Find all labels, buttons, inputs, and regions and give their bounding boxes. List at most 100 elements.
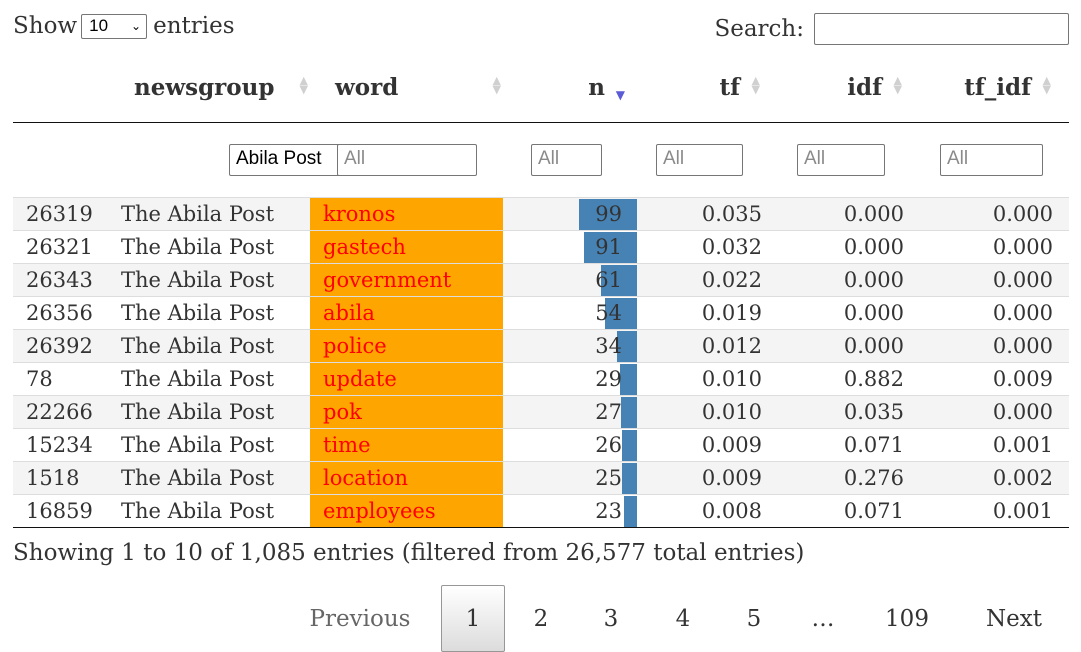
ellipsis: … — [811, 605, 835, 632]
table-info: Showing 1 to 10 of 1,085 entries (filter… — [13, 540, 805, 566]
word-cell: pok — [310, 395, 503, 429]
table-row[interactable]: 26392 The Abila Post police 34 0.012 0.000 0.0… — [13, 329, 1069, 363]
header-idf[interactable]: idf ▲ ▼ — [778, 62, 920, 123]
n-cell: 23 — [503, 494, 637, 528]
table-row[interactable]: 22266 The Abila Post pok 27 0.010 0.035 0.000 — [13, 395, 1069, 429]
row-index: 1518 — [13, 461, 109, 495]
n-cell: 29 — [503, 362, 637, 396]
page-button[interactable]: 2 — [508, 585, 574, 652]
filter-idf-input[interactable]: All — [797, 144, 885, 176]
filter-word-input[interactable]: All — [337, 144, 477, 176]
idf-cell: 0.276 — [778, 461, 920, 495]
tf-cell: 0.009 — [637, 461, 778, 495]
sort-icon: ▲ ▼ — [299, 74, 308, 96]
filter-index-cell — [13, 123, 109, 198]
page-button[interactable]: 3 — [578, 585, 644, 652]
newsgroup-cell: The Abila Post — [109, 230, 310, 264]
header-word[interactable]: word ▲ ▼ — [310, 62, 503, 123]
tf-idf-cell: 0.000 — [920, 329, 1069, 363]
entries-label: entries — [153, 13, 235, 39]
n-cell: 99 — [503, 197, 637, 231]
header-tf-idf[interactable]: tf_idf ▲ ▼ — [920, 62, 1069, 123]
tf-idf-cell: 0.000 — [920, 395, 1069, 429]
filter-tf-input[interactable]: All — [656, 144, 743, 176]
word-cell: abila — [310, 296, 503, 330]
table-row[interactable]: 16859 The Abila Post employees 23 0.008 0.071… — [13, 494, 1069, 528]
n-value: 99 — [595, 202, 622, 226]
show-label: Show — [13, 13, 78, 39]
page-button[interactable]: 1 — [441, 585, 505, 652]
row-index: 26356 — [13, 296, 109, 330]
table-row[interactable]: 15234 The Abila Post time 26 0.009 0.071 0.001 — [13, 428, 1069, 462]
word-cell: time — [310, 428, 503, 462]
idf-cell: 0.000 — [778, 263, 920, 297]
entries-per-page-value: 10 — [89, 16, 109, 35]
header-label: idf — [847, 74, 882, 101]
header-newsgroup[interactable]: newsgroup ▲ ▼ — [109, 62, 310, 123]
row-index: 15234 — [13, 428, 109, 462]
tf-cell: 0.008 — [637, 494, 778, 528]
header-label: tf — [719, 74, 740, 101]
idf-cell: 0.000 — [778, 197, 920, 231]
n-cell: 27 — [503, 395, 637, 429]
tf-idf-cell: 0.009 — [920, 362, 1069, 396]
word-cell: location — [310, 461, 503, 495]
filter-idf-cell: All — [778, 123, 920, 198]
table-row[interactable]: 26321 The Abila Post gastech 91 0.032 0.000 0.… — [13, 230, 1069, 264]
filter-row: Abila Post All All All All All — [13, 123, 1069, 198]
word-cell: employees — [310, 494, 503, 528]
n-value: 61 — [595, 268, 622, 292]
filter-tf-idf-cell: All — [920, 123, 1069, 198]
word-cell: update — [310, 362, 503, 396]
table-row[interactable]: 26356 The Abila Post abila 54 0.019 0.000 0.00… — [13, 296, 1069, 330]
n-cell: 34 — [503, 329, 637, 363]
tf-idf-cell: 0.000 — [920, 263, 1069, 297]
search-input[interactable] — [814, 13, 1069, 45]
previous-button[interactable]: Previous — [290, 585, 430, 652]
entries-per-page-select[interactable]: 10 ⌄ — [81, 13, 148, 39]
filter-n-input[interactable]: All — [531, 144, 602, 176]
sort-icon: ▲ ▼ — [492, 74, 501, 96]
idf-cell: 0.000 — [778, 230, 920, 264]
n-cell: 91 — [503, 230, 637, 264]
row-index: 26392 — [13, 329, 109, 363]
next-button[interactable]: Next — [958, 585, 1070, 652]
newsgroup-cell: The Abila Post — [109, 494, 310, 528]
n-value: 23 — [595, 499, 622, 523]
table-controls: Show 10 ⌄ entries Search: — [13, 10, 1069, 46]
newsgroup-cell: The Abila Post — [109, 428, 310, 462]
table-row[interactable]: 78 The Abila Post update 29 0.010 0.882 0.009 — [13, 362, 1069, 396]
newsgroup-cell: The Abila Post — [109, 197, 310, 231]
row-index: 78 — [13, 362, 109, 396]
tf-cell: 0.010 — [637, 395, 778, 429]
header-tf[interactable]: tf ▲ ▼ — [637, 62, 778, 123]
page-button[interactable]: 109 — [867, 585, 947, 652]
tf-cell: 0.012 — [637, 329, 778, 363]
tf-idf-cell: 0.000 — [920, 296, 1069, 330]
tf-idf-cell: 0.000 — [920, 197, 1069, 231]
page-button[interactable]: 4 — [650, 585, 716, 652]
newsgroup-cell: The Abila Post — [109, 296, 310, 330]
word-cell: kronos — [310, 197, 503, 231]
page-button[interactable]: 5 — [721, 585, 787, 652]
filter-newsgroup-cell: Abila Post — [109, 123, 379, 198]
table-row[interactable]: 26319 The Abila Post kronos 99 0.035 0.000 0.0… — [13, 197, 1069, 231]
filter-tf-idf-input[interactable]: All — [940, 144, 1043, 176]
header-label: word — [335, 74, 399, 101]
header-label: n — [588, 74, 605, 101]
n-cell: 54 — [503, 296, 637, 330]
tf-cell: 0.010 — [637, 362, 778, 396]
sort-icon: ▲ ▼ — [893, 74, 902, 96]
header-index[interactable] — [13, 62, 109, 123]
table-row[interactable]: 26343 The Abila Post government 61 0.022 0.00… — [13, 263, 1069, 297]
filter-tf-cell: All — [637, 123, 778, 198]
row-index: 22266 — [13, 395, 109, 429]
filter-n-cell: All — [503, 123, 637, 198]
newsgroup-cell: The Abila Post — [109, 329, 310, 363]
header-n[interactable]: n ▼ — [503, 62, 637, 123]
idf-cell: 0.071 — [778, 428, 920, 462]
idf-cell: 0.000 — [778, 296, 920, 330]
n-value: 54 — [595, 301, 622, 325]
table-row[interactable]: 1518 The Abila Post location 25 0.009 0.276 0.… — [13, 461, 1069, 495]
word-cell: gastech — [310, 230, 503, 264]
